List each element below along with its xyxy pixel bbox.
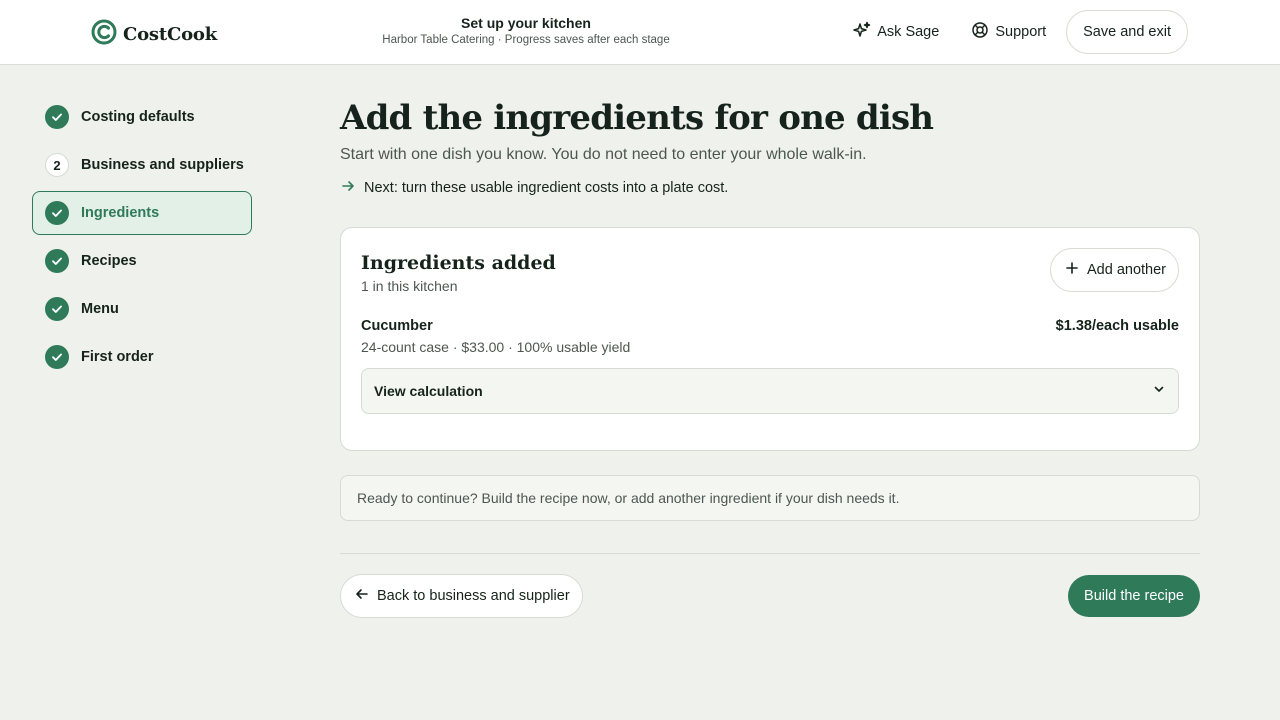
add-another-label: Add another — [1086, 262, 1166, 278]
list-item: Cucumber 24-count case · $33.00 · 100% u… — [361, 318, 1179, 355]
ingredient-name: Cucumber — [361, 318, 433, 334]
support-label: Support — [995, 24, 1047, 40]
ingredient-info: Cucumber 24-count case · $33.00 · 100% u… — [361, 318, 630, 355]
ingredient-usable-cost: $1.38/each usable — [1055, 318, 1179, 334]
step-costing-defaults[interactable]: Costing defaults — [32, 95, 252, 139]
check-icon — [45, 297, 69, 321]
setup-subtitle: Harbor Table Catering · Progress saves a… — [382, 34, 670, 46]
costcook-logo-icon — [91, 19, 117, 50]
support-button[interactable]: Support — [959, 10, 1058, 54]
footer-actions: Back to business and supplier Build the … — [340, 574, 1200, 618]
setup-heading: Set up your kitchen Harbor Table Caterin… — [376, 15, 676, 46]
top-bar: CostCook Set up your kitchen Harbor Tabl… — [0, 0, 1280, 65]
arrow-right-icon — [340, 178, 356, 198]
back-label: Back to business and supplier — [377, 588, 570, 604]
ask-sage-button[interactable]: Ask Sage — [841, 10, 951, 54]
next-step-text: Next: turn these usable ingredient costs… — [364, 180, 729, 196]
view-calculation-label: View calculation — [374, 383, 483, 399]
step-label: Ingredients — [81, 205, 160, 221]
back-button[interactable]: Back to business and supplier — [340, 574, 583, 618]
check-icon — [45, 201, 69, 225]
step-menu[interactable]: Menu — [32, 287, 252, 331]
step-first-order[interactable]: First order — [32, 335, 252, 379]
setup-steps-sidebar: Costing defaults 2 Business and supplier… — [32, 95, 252, 383]
plus-icon — [1065, 261, 1079, 279]
step-business-and-suppliers[interactable]: 2 Business and suppliers — [32, 143, 252, 187]
page-title: Add the ingredients for one dish — [340, 98, 934, 138]
save-and-exit-button[interactable]: Save and exit — [1066, 10, 1188, 54]
add-another-button[interactable]: Add another — [1049, 248, 1179, 292]
build-recipe-button[interactable]: Build the recipe — [1068, 575, 1200, 617]
header-actions: Ask Sage Support Save and exit — [841, 10, 1188, 54]
check-icon — [45, 249, 69, 273]
lifebuoy-icon — [971, 21, 989, 43]
brand-logo[interactable]: CostCook — [91, 19, 217, 50]
main-content: Add the ingredients for one dish Start w… — [340, 96, 1200, 618]
step-ingredients[interactable]: Ingredients — [32, 191, 252, 235]
step-label: Business and suppliers — [81, 157, 244, 173]
view-calculation-toggle[interactable]: View calculation — [361, 368, 1179, 414]
next-step-hint: Next: turn these usable ingredient costs… — [340, 178, 1200, 198]
step-label: Recipes — [81, 253, 137, 269]
setup-title: Set up your kitchen — [461, 15, 591, 31]
step-number: 2 — [45, 153, 69, 177]
ingredients-card: Ingredients added 1 in this kitchen Add … — [340, 227, 1200, 451]
page-subtitle: Start with one dish you know. You do not… — [340, 146, 867, 163]
step-label: First order — [81, 349, 154, 365]
step-label: Menu — [81, 301, 119, 317]
check-icon — [45, 345, 69, 369]
step-recipes[interactable]: Recipes — [32, 239, 252, 283]
sparkle-icon — [853, 21, 871, 43]
check-icon — [45, 105, 69, 129]
arrow-left-icon — [355, 587, 369, 605]
brand-name: CostCook — [123, 24, 217, 45]
continue-notice: Ready to continue? Build the recipe now,… — [340, 475, 1200, 521]
step-label: Costing defaults — [81, 109, 195, 125]
chevron-down-icon — [1152, 382, 1166, 401]
ask-sage-label: Ask Sage — [877, 24, 940, 40]
divider — [340, 553, 1200, 554]
ingredient-details: 24-count case · $33.00 · 100% usable yie… — [361, 339, 631, 355]
